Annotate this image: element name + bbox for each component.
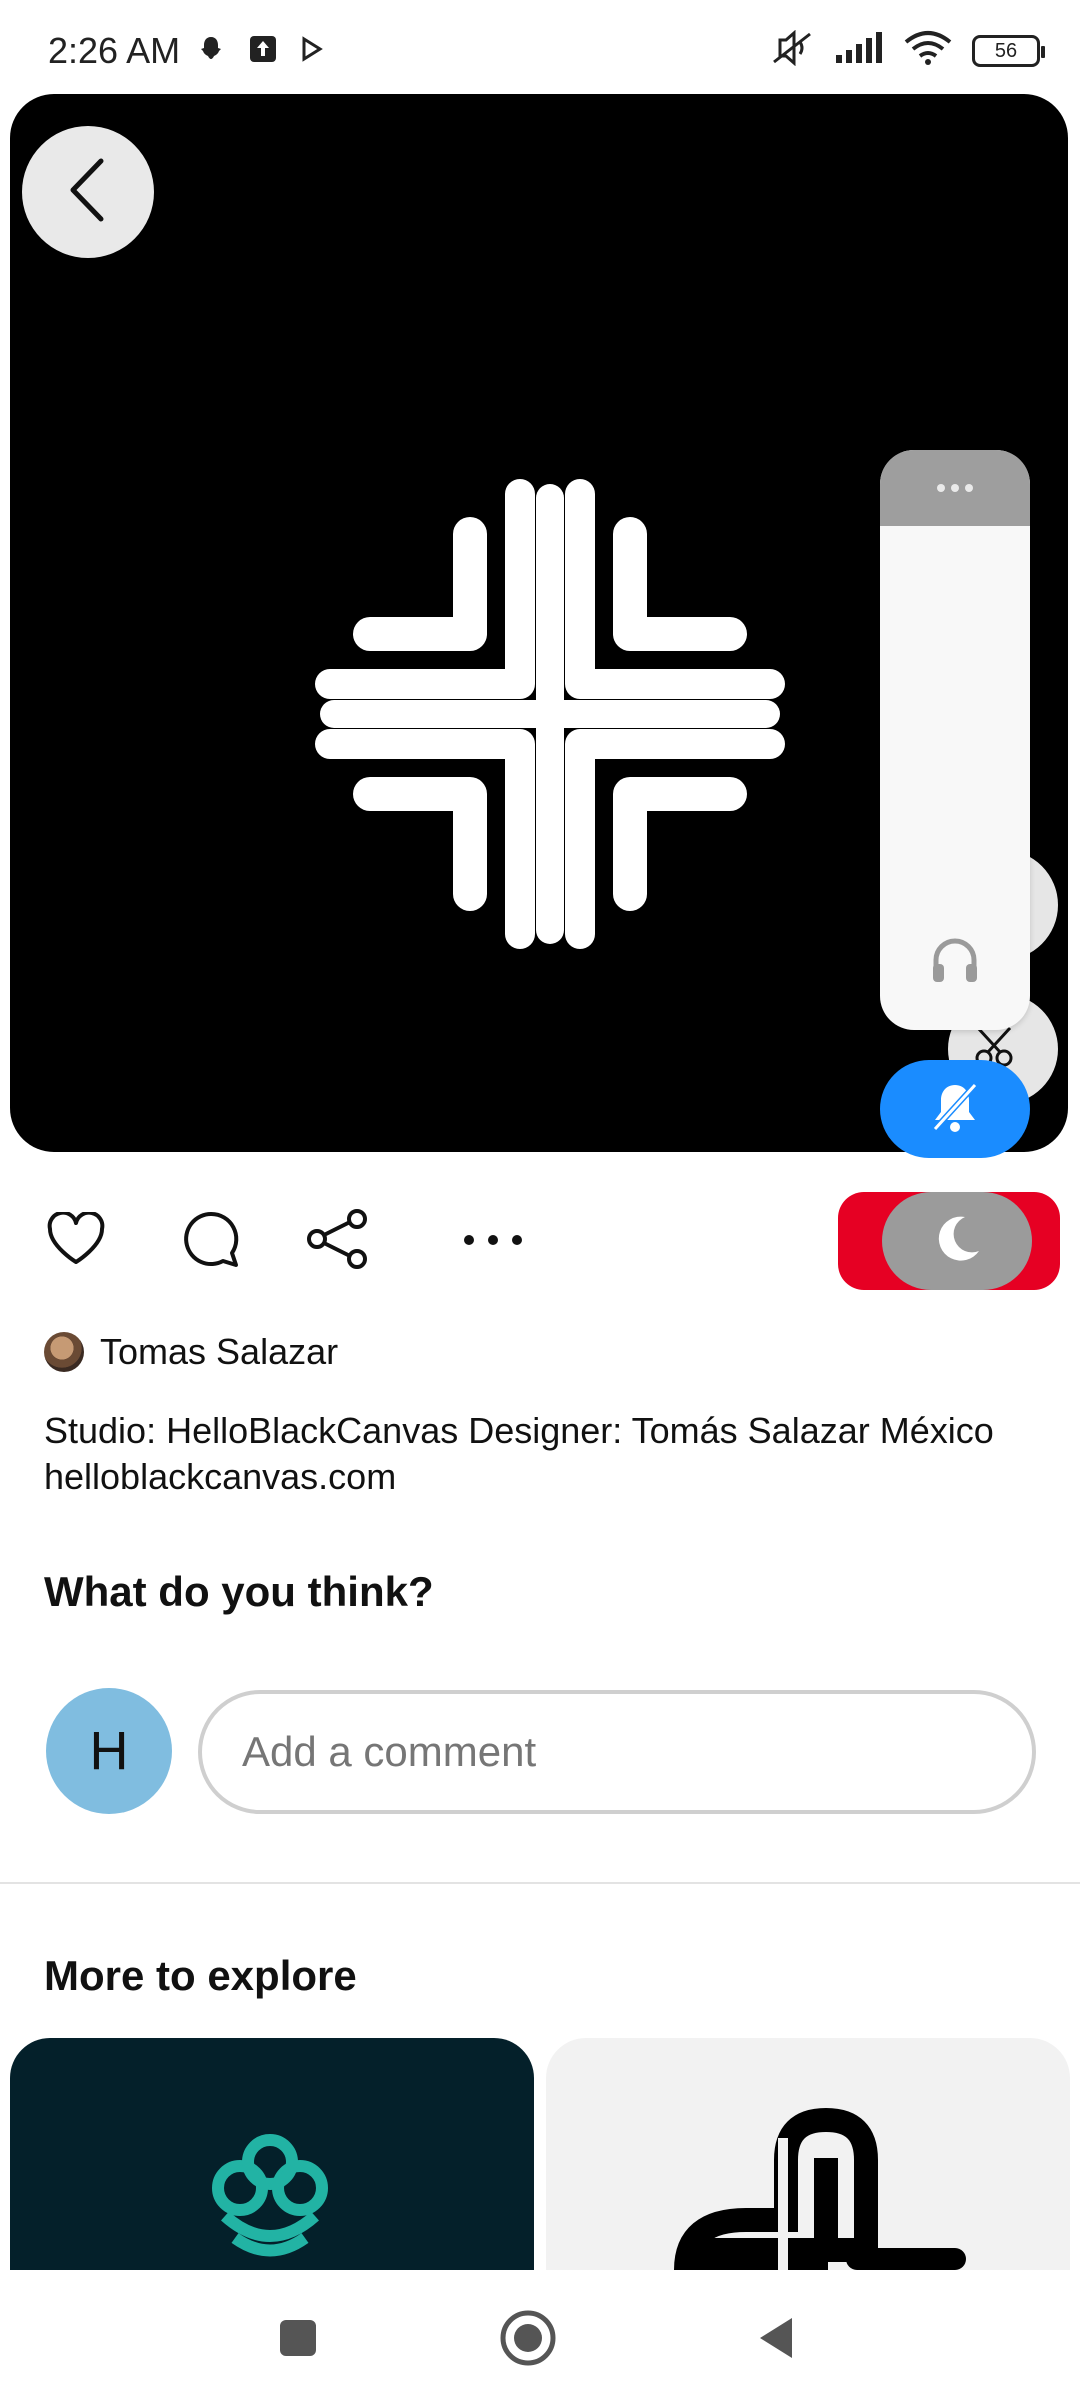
heart-icon xyxy=(46,1210,106,1271)
home-circle-icon xyxy=(499,2309,557,2372)
status-time: 2:26 AM xyxy=(48,30,181,71)
toggle-knob xyxy=(882,1192,1032,1290)
more-to-explore-heading: More to explore xyxy=(44,1952,357,1999)
recents-square-icon xyxy=(278,2318,318,2363)
explore-card-1[interactable] xyxy=(10,2038,534,2270)
more-horizontal-icon xyxy=(937,484,973,492)
black-knot-logo-image xyxy=(674,2107,966,2270)
headphones-icon[interactable] xyxy=(928,934,982,991)
user-initial: H xyxy=(89,1721,129,1781)
chevron-left-icon xyxy=(63,155,113,230)
recents-button[interactable] xyxy=(268,2310,328,2370)
status-bar: 2:26 AM 56 xyxy=(0,0,1080,92)
comments-heading: What do you think? xyxy=(44,1568,434,1615)
system-nav-bar xyxy=(0,2270,1080,2400)
status-left-icons xyxy=(196,34,324,69)
floating-tool-panel xyxy=(880,450,1030,1030)
more-horizontal-icon xyxy=(461,1233,525,1252)
back-nav-button[interactable] xyxy=(746,2310,806,2370)
panel-handle[interactable] xyxy=(880,450,1030,526)
snapchat-icon xyxy=(196,34,226,69)
back-triangle-icon xyxy=(756,2315,796,2366)
back-button[interactable] xyxy=(22,126,154,258)
section-divider xyxy=(0,1882,1080,1884)
wifi-icon xyxy=(904,30,952,71)
author-avatar[interactable] xyxy=(44,1332,84,1372)
status-right-icons: 56 xyxy=(770,29,1045,71)
signal-icon xyxy=(834,31,884,70)
moon-icon xyxy=(931,1213,983,1270)
share-button[interactable] xyxy=(302,1206,374,1276)
bell-off-icon xyxy=(925,1077,985,1142)
mute-notifications-button[interactable] xyxy=(880,1060,1030,1158)
play-store-icon xyxy=(300,36,324,67)
comment-input[interactable] xyxy=(198,1690,1036,1814)
like-button[interactable] xyxy=(40,1208,112,1274)
upload-icon xyxy=(248,34,278,69)
teal-knot-logo-image xyxy=(212,2134,328,2257)
battery-icon: 56 xyxy=(972,34,1045,67)
comment-icon xyxy=(182,1210,240,1273)
home-button[interactable] xyxy=(498,2310,558,2370)
dark-mode-toggle[interactable] xyxy=(838,1192,1060,1290)
cross-logo-image xyxy=(315,479,785,949)
pin-description: Studio: HelloBlackCanvas Designer: Tomás… xyxy=(44,1410,994,1497)
comment-button[interactable] xyxy=(176,1206,246,1276)
mute-icon xyxy=(770,29,814,71)
user-avatar[interactable]: H xyxy=(46,1688,172,1814)
more-options-button[interactable] xyxy=(458,1222,528,1262)
author-name[interactable]: Tomas Salazar xyxy=(100,1331,338,1373)
author-row[interactable]: Tomas Salazar xyxy=(44,1330,338,1374)
share-icon xyxy=(305,1207,371,1276)
explore-card-2[interactable] xyxy=(546,2038,1070,2270)
